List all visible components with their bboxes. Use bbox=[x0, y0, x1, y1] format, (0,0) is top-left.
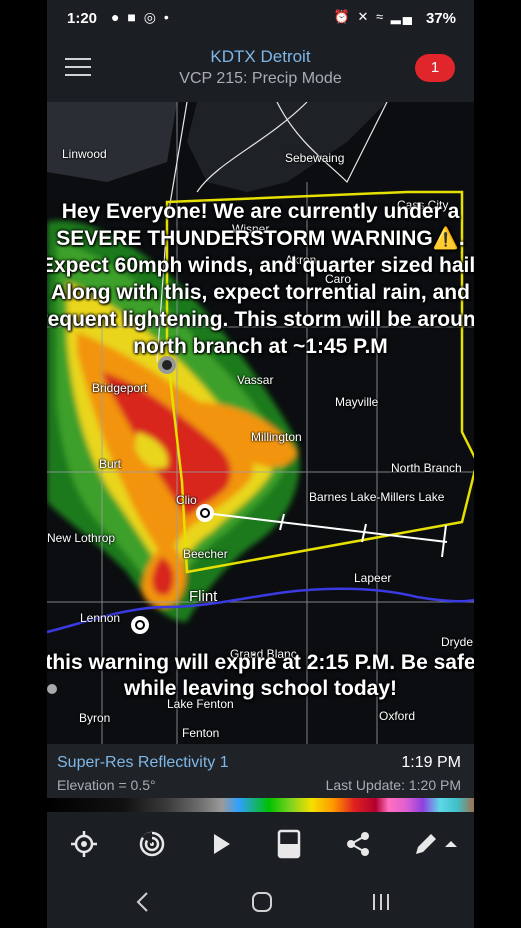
product-info-bar[interactable]: Super-Res Reflectivity 1 Elevation = 0.5… bbox=[47, 744, 474, 798]
map-label: Dryde bbox=[441, 635, 474, 649]
alarm-icon: ⏰ bbox=[333, 9, 352, 24]
map-label: Beecher bbox=[183, 547, 228, 561]
system-icons: ⏰ ✕ ≈ ▂▄ bbox=[334, 9, 414, 25]
map-label: New Lothrop bbox=[47, 531, 116, 545]
last-update: Last Update: 1:20 PM bbox=[325, 777, 461, 793]
map-label: Barnes Lake-Millers Lake bbox=[309, 490, 445, 504]
game-icon: ■ bbox=[127, 9, 138, 25]
battery-level: 37% bbox=[425, 10, 456, 27]
system-nav-bar bbox=[47, 874, 474, 928]
reflectivity-color-scale bbox=[47, 798, 474, 812]
recents-icon[interactable] bbox=[365, 886, 397, 918]
notification-icons: ● ■ ◎ • bbox=[111, 9, 171, 26]
map-label: Oxford bbox=[379, 709, 416, 723]
map-label: Lapeer bbox=[354, 571, 392, 585]
signal-icon: ▂▄ bbox=[390, 9, 414, 24]
back-icon[interactable] bbox=[127, 886, 159, 918]
wifi-icon: ≈ bbox=[376, 9, 386, 24]
warning-caption: Hey Everyone! We are currently under a S… bbox=[47, 200, 474, 358]
map-label: Mayville bbox=[335, 395, 379, 409]
radar-icon[interactable] bbox=[137, 829, 167, 859]
share-icon[interactable] bbox=[343, 829, 373, 859]
scan-time: 1:19 PM bbox=[401, 754, 461, 771]
phone-screen: 1:20 ● ■ ◎ • ⏰ ✕ ≈ ▂▄ 37% KDTX Detroit V… bbox=[47, 0, 474, 928]
map-label: Sebewaing bbox=[285, 151, 345, 165]
bottom-toolbar bbox=[47, 812, 474, 874]
mute-icon: ✕ bbox=[357, 9, 371, 24]
home-icon[interactable] bbox=[246, 886, 278, 918]
snapchat-icon: ● bbox=[111, 9, 122, 25]
scan-mode: VCP 215: Precip Mode bbox=[179, 70, 342, 87]
radar-map[interactable]: Linwood Sebewaing Wisner Akron Caro Cass… bbox=[47, 102, 474, 744]
notification-badge[interactable]: 1 bbox=[415, 54, 455, 82]
cell-marker[interactable] bbox=[131, 616, 149, 634]
map-label: Linwood bbox=[62, 147, 107, 161]
dot-icon: • bbox=[163, 9, 171, 25]
map-label: North Branch bbox=[391, 461, 462, 475]
location-icon[interactable] bbox=[69, 829, 99, 859]
app-bar: KDTX Detroit VCP 215: Precip Mode 1 bbox=[47, 38, 474, 102]
map-label: Millington bbox=[251, 430, 302, 444]
edit-icon[interactable] bbox=[411, 829, 459, 859]
station-title[interactable]: KDTX Detroit bbox=[47, 47, 474, 67]
at-icon: ◎ bbox=[143, 9, 158, 25]
map-label: Fenton bbox=[182, 726, 220, 740]
expiry-caption: this warning will expire at 2:15 P.M. Be… bbox=[47, 651, 474, 700]
map-label-flint: Flint bbox=[189, 588, 218, 605]
map-label: Byron bbox=[79, 711, 111, 725]
status-bar: 1:20 ● ■ ◎ • ⏰ ✕ ≈ ▂▄ 37% bbox=[47, 0, 474, 38]
status-time: 1:20 bbox=[67, 10, 98, 27]
map-label: Vassar bbox=[237, 373, 274, 387]
product-name[interactable]: Super-Res Reflectivity 1 bbox=[57, 754, 229, 772]
play-icon[interactable] bbox=[205, 829, 235, 859]
map-label: Bridgeport bbox=[92, 381, 148, 395]
elevation-label: Elevation = 0.5° bbox=[57, 777, 156, 793]
map-label: Clio bbox=[176, 493, 197, 507]
layers-icon[interactable] bbox=[274, 829, 304, 859]
map-label: Lennon bbox=[80, 611, 121, 625]
map-label: Burt bbox=[99, 457, 122, 471]
